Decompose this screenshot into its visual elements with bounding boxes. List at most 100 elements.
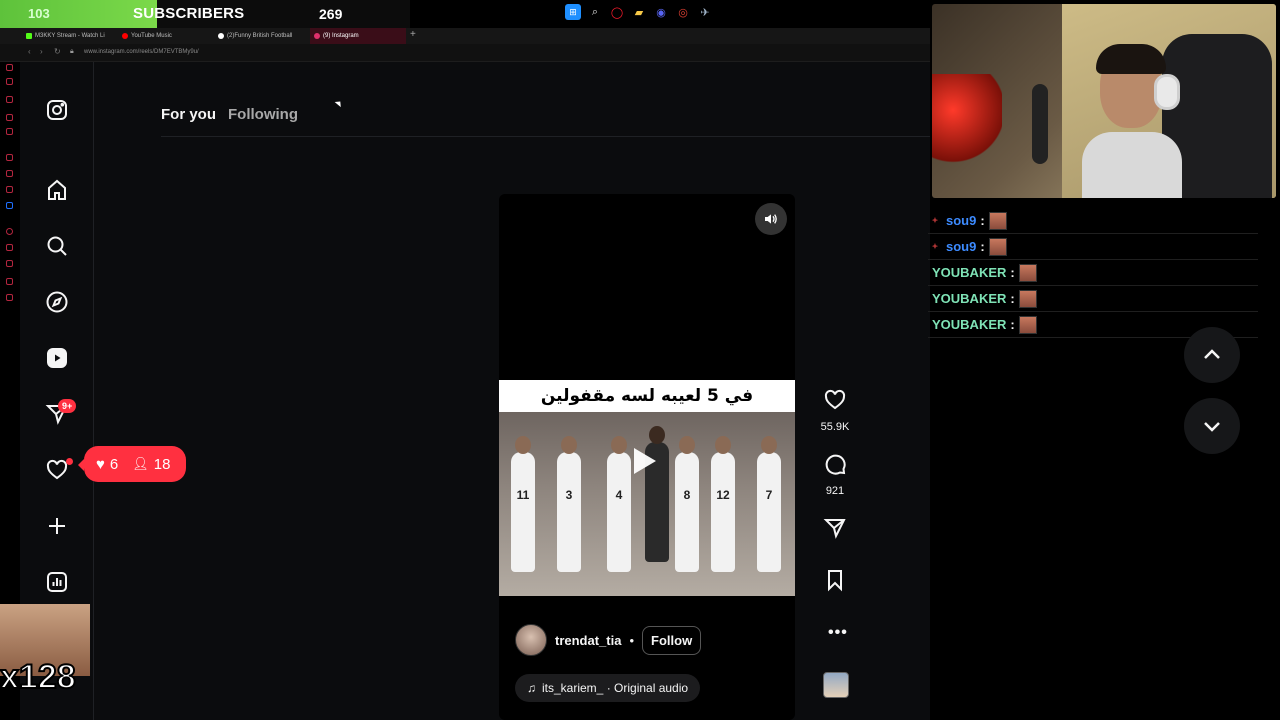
author-avatar[interactable] (515, 624, 547, 656)
heart-icon (824, 389, 846, 410)
chat-username: sou9 (946, 239, 977, 254)
audio-label: its_kariem_ · Original audio (542, 681, 689, 695)
jersey-number: 12 (716, 488, 730, 502)
audio-thumbnail[interactable] (823, 672, 849, 698)
next-reel-button[interactable] (1184, 398, 1240, 454)
reel-player[interactable]: في 5 لعيبه لسه مقفولين 11 3 4 8 12 7 tre… (499, 194, 795, 720)
tab-instagram[interactable]: (9) Instagram (310, 28, 406, 44)
sidebar-app-icon[interactable] (6, 154, 13, 161)
sidebar-app-icon[interactable] (6, 244, 13, 251)
instagram-page: 9+ ♥ 6 👤︎ 18 For you Following في 5 لعيب… (20, 62, 930, 720)
tab-title: (2)Funny British Football (227, 33, 293, 39)
headset-icon (1154, 74, 1180, 110)
share-action[interactable] (815, 516, 855, 545)
lock-icon: 🔒︎ (70, 48, 74, 55)
chat-message: ✦ sou9 : (928, 208, 1258, 234)
reel-video-frame[interactable]: 11 3 4 8 12 7 (499, 412, 795, 596)
stream-chat: ✦ sou9 : ✦ sou9 : YOUBAKER : YOUBAKER : … (928, 208, 1258, 338)
sidebar-app-icon[interactable] (6, 260, 13, 267)
subscriber-current: 103 (28, 6, 50, 21)
chat-emote-icon (988, 237, 1007, 256)
tab-for-you[interactable]: For you (161, 106, 216, 123)
likes-count: 6 (109, 455, 119, 473)
author-username[interactable]: trendat_tia (555, 633, 621, 648)
opera-icon[interactable]: ◯ (609, 4, 625, 20)
steam-icon[interactable]: ✈ (697, 4, 713, 20)
tab-title: YouTube Music (131, 33, 172, 39)
home-icon[interactable] (44, 177, 70, 203)
search-icon[interactable]: ⌕ (587, 4, 603, 20)
address-bar: ‹ › ↻ 🔒︎ www.instagram.com/reels/DM7EVTB… (0, 44, 930, 62)
sidebar-app-icon[interactable] (6, 64, 13, 71)
back-icon[interactable]: ‹ (28, 47, 31, 56)
like-count: 55.9K (820, 421, 850, 433)
comment-icon (825, 454, 846, 475)
sidebar-app-icon[interactable] (6, 186, 13, 193)
save-action[interactable] (815, 568, 855, 597)
likes-notification: ♥ 6 (96, 456, 118, 473)
sidebar-app-icon[interactable] (6, 294, 13, 301)
jersey-number: 3 (565, 488, 573, 502)
play-icon[interactable] (634, 448, 656, 474)
team-player: 12 (711, 436, 735, 572)
tab-youtube-music[interactable]: YouTube Music (118, 28, 210, 44)
youtube-music-icon (122, 33, 128, 39)
search-icon[interactable] (44, 233, 70, 259)
tiktok-icon (218, 33, 224, 39)
mute-button[interactable] (755, 203, 787, 235)
jersey-number: 8 (683, 488, 691, 502)
chat-separator: : (980, 213, 985, 228)
folder-icon[interactable]: ▰ (631, 4, 647, 20)
sidebar-app-icon[interactable] (6, 128, 13, 135)
windows-icon[interactable]: ⊞ (565, 4, 581, 20)
reels-icon[interactable] (44, 345, 70, 371)
dashboard-icon[interactable] (44, 569, 70, 595)
tab-m3kky[interactable]: M3KKY Stream - Watch Li (22, 28, 114, 44)
feed-divider (161, 136, 930, 137)
followers-count: 18 (153, 455, 171, 473)
chat-badge-icon: ✦ (931, 242, 939, 251)
new-tab-icon[interactable]: + (410, 29, 416, 40)
reel-caption: في 5 لعيبه لسه مقفولين (499, 380, 795, 412)
audio-attribution[interactable]: ♫ its_kariem_ · Original audio (515, 674, 701, 702)
sidebar-app-icon[interactable] (6, 78, 13, 85)
emote-combo-overlay: x128 (0, 604, 90, 700)
sidebar-app-icon[interactable] (6, 96, 13, 103)
follow-button[interactable]: Follow (642, 625, 702, 655)
opera-sidebar (0, 28, 20, 318)
reel-author: trendat_tia • Follow (515, 624, 702, 656)
chat-separator: : (1010, 317, 1015, 332)
comment-action[interactable]: 921 (815, 452, 855, 497)
heart-icon: ♥ (96, 455, 105, 473)
forward-icon[interactable]: › (40, 47, 43, 56)
instagram-logo-icon[interactable] (44, 97, 70, 123)
instagram-icon (314, 33, 320, 39)
volume-icon (765, 214, 777, 224)
more-options-icon[interactable]: ••• (828, 624, 848, 642)
team-player: 11 (511, 436, 535, 572)
reload-icon[interactable]: ↻ (54, 47, 61, 56)
sidebar-app-icon[interactable] (6, 114, 13, 121)
kick-icon (26, 33, 32, 39)
tab-following[interactable]: Following (228, 106, 298, 123)
create-icon[interactable] (44, 513, 70, 539)
tab-tiktok[interactable]: (2)Funny British Football (214, 28, 306, 44)
chat-emote-icon (988, 211, 1007, 230)
previous-reel-button[interactable] (1184, 327, 1240, 383)
sidebar-app-icon[interactable] (6, 202, 13, 209)
sidebar-app-icon[interactable] (6, 170, 13, 177)
discord-icon[interactable]: ◉ (653, 4, 669, 20)
tab-strip: M3KKY Stream - Watch Li YouTube Music (2… (0, 28, 930, 44)
chat-message: YOUBAKER : (928, 260, 1258, 286)
url-field[interactable]: www.instagram.com/reels/DM7EVTBMy9u/ (84, 49, 199, 55)
emote-combo-count: x128 (0, 657, 77, 697)
chat-username: YOUBAKER (932, 291, 1007, 306)
chevron-down-icon (1204, 422, 1220, 432)
notification-popup[interactable]: ♥ 6 👤︎ 18 (78, 446, 186, 482)
sidebar-app-icon[interactable] (6, 278, 13, 285)
chrome-icon[interactable]: ◎ (675, 4, 691, 20)
like-action[interactable]: 55.9K (815, 388, 855, 433)
explore-icon[interactable] (44, 289, 70, 315)
webcam-streamer (1082, 44, 1182, 198)
sidebar-app-icon[interactable] (6, 228, 13, 235)
